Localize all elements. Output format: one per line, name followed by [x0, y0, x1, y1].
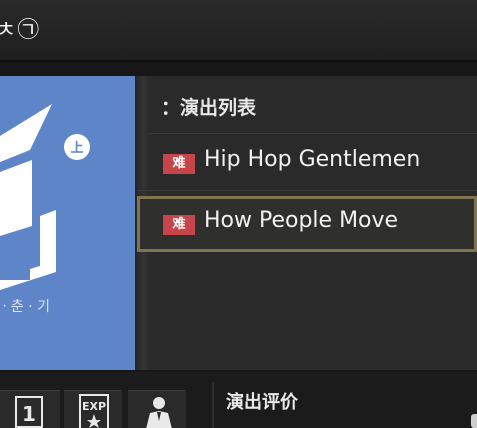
svg-text:1: 1: [22, 402, 36, 426]
song-list-title: ：演出列表: [161, 97, 257, 119]
performer-icon: [146, 397, 172, 428]
rank-one-icon: 1: [15, 396, 43, 428]
evaluation-label: 演出评价: [226, 392, 298, 413]
currency-display: ㅊ㉠: [0, 18, 41, 43]
album-badge-text: 上: [70, 141, 83, 156]
song-list-panel: ：演出列表 难 Hip Hop Gentlemen 难 How People M…: [137, 76, 477, 370]
song-row[interactable]: 难 Hip Hop Gentlemen: [137, 135, 477, 191]
song-list-header: ：演出列表: [149, 76, 477, 134]
album-art[interactable]: 上 ㆍ춘 · 기: [0, 76, 135, 370]
scroll-handle[interactable]: [471, 414, 477, 428]
bottom-bar: 1 EXP 演出评价: [0, 372, 477, 428]
rank-button[interactable]: 1: [0, 390, 60, 428]
album-caption: ㆍ춘 · 기: [0, 299, 50, 315]
song-title: How People Move: [204, 208, 399, 233]
svg-text:EXP: EXP: [82, 400, 106, 413]
album-graphic: 上: [0, 104, 90, 290]
song-row-selected[interactable]: 难 How People Move: [137, 196, 477, 252]
difficulty-badge: 难: [163, 215, 195, 235]
performer-button[interactable]: [128, 390, 186, 428]
exp-star-icon: EXP: [79, 394, 109, 428]
song-title: Hip Hop Gentlemen: [204, 147, 421, 172]
top-bar: ㅊ㉠: [0, 0, 477, 62]
difficulty-badge: 难: [163, 154, 195, 174]
evaluation-area: 演出评价: [212, 382, 477, 428]
exp-button[interactable]: EXP: [64, 390, 122, 428]
